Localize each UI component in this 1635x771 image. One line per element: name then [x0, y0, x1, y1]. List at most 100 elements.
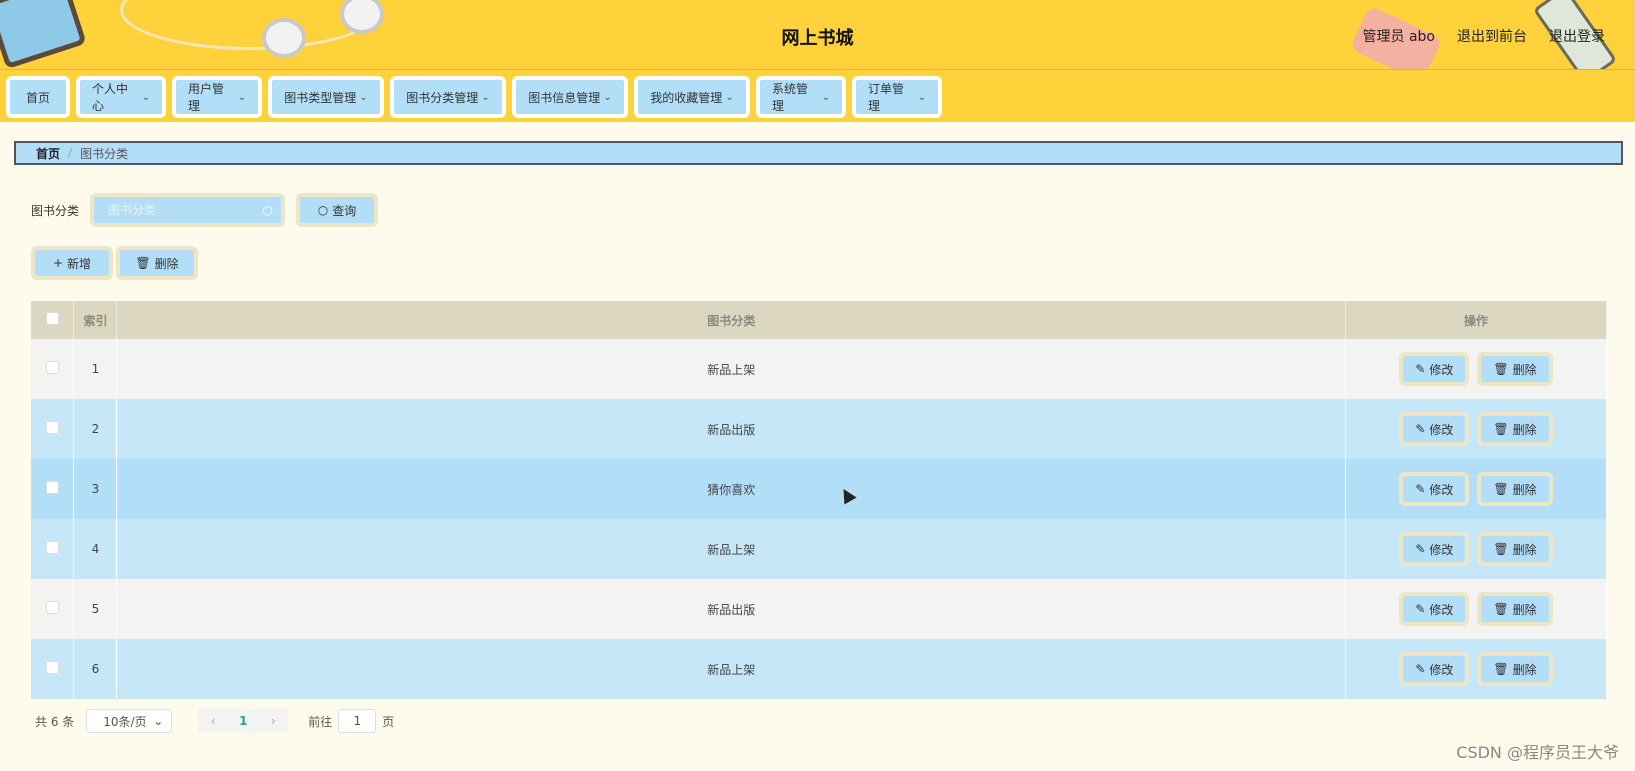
nav-item-personal-center[interactable]: 个人中心 ⌄ — [76, 76, 166, 118]
nav-item-book-type-management[interactable]: 图书类型管理 ⌄ — [268, 76, 384, 118]
row-index: 4 — [91, 542, 100, 556]
trash-icon: 🗑 — [1493, 422, 1509, 436]
logout-link[interactable]: 退出登录 — [1549, 26, 1605, 46]
watermark: CSDN @程序员王大爷 — [1456, 743, 1619, 762]
nav-item-order-management[interactable]: 订单管理 ⌄ — [852, 76, 942, 118]
chevron-down-icon: ⌄ — [821, 91, 830, 103]
column-header-index: 索引 — [73, 301, 118, 339]
row-category: 新品上架 — [116, 339, 1347, 399]
pagination: 共 6 条 10条/页 ⌄ ‹ 1 › 前往 1 页 — [35, 709, 394, 733]
edit-icon: ✎ — [1415, 422, 1426, 436]
nav-item-book-info-management[interactable]: 图书信息管理 ⌄ — [512, 76, 628, 118]
column-header-actions: 操作 — [1345, 301, 1607, 339]
row-checkbox[interactable] — [45, 481, 59, 494]
next-page-icon[interactable]: › — [258, 714, 288, 728]
table-row: 5 新品出版 ✎ 修改 🗑 删除 — [31, 579, 1607, 639]
edit-button[interactable]: ✎ 修改 — [1399, 652, 1470, 686]
row-index: 1 — [91, 362, 100, 376]
admin-user-label: 管理员 abo — [1362, 29, 1435, 45]
delete-button[interactable]: 🗑 删除 — [1477, 652, 1553, 686]
trash-icon: 🗑 — [1493, 662, 1509, 676]
table-row: 1 新品上架 ✎ 修改 🗑 删除 — [31, 339, 1607, 399]
breadcrumb: 首页 / 图书分类 — [14, 141, 1623, 165]
search-icon: ○ — [317, 203, 329, 217]
edit-button[interactable]: ✎ 修改 — [1399, 352, 1470, 386]
table-row: 3 猜你喜欢 ✎ 修改 🗑 删除 — [31, 459, 1607, 519]
page-size-select[interactable]: 10条/页 ⌄ — [86, 709, 173, 733]
table-row: 2 新品出版 ✎ 修改 🗑 删除 — [31, 399, 1607, 459]
search-input[interactable] — [94, 197, 281, 223]
add-button[interactable]: + 新增 — [31, 246, 113, 280]
exit-to-front-link[interactable]: 退出到前台 — [1457, 26, 1527, 46]
row-category: 新品出版 — [116, 579, 1347, 639]
row-checkbox[interactable] — [45, 361, 59, 374]
select-all-cell — [31, 301, 75, 339]
delete-button[interactable]: 🗑 删除 — [1477, 352, 1553, 386]
trash-icon: 🗑 — [1493, 602, 1509, 616]
trash-icon: 🗑 — [1493, 482, 1509, 496]
chevron-down-icon: ⌄ — [481, 91, 490, 103]
table-header: 索引 图书分类 操作 — [31, 301, 1607, 339]
table-row: 4 新品上架 ✎ 修改 🗑 删除 — [31, 519, 1607, 579]
row-index: 2 — [91, 422, 100, 436]
trash-icon: 🗑 — [1493, 362, 1509, 376]
row-category: 新品上架 — [116, 639, 1347, 699]
chevron-down-icon: ⌄ — [237, 91, 246, 103]
search-icon: ○ — [262, 203, 273, 217]
breadcrumb-home[interactable]: 首页 — [36, 145, 60, 162]
row-checkbox[interactable] — [45, 601, 59, 614]
delete-button[interactable]: 🗑 删除 — [1477, 472, 1553, 506]
chevron-down-icon: ⌄ — [725, 91, 734, 103]
edit-button[interactable]: ✎ 修改 — [1399, 412, 1470, 446]
prev-page-icon[interactable]: ‹ — [198, 714, 228, 728]
chevron-down-icon: ⌄ — [917, 91, 926, 103]
search-label: 图书分类 — [31, 204, 80, 218]
header-links: 管理员 abo 退出到前台 退出登录 — [1363, 26, 1605, 46]
row-index: 3 — [91, 482, 100, 496]
nav-item-system-management[interactable]: 系统管理 ⌄ — [756, 76, 846, 118]
delete-button[interactable]: 🗑 删除 — [1477, 592, 1553, 626]
chevron-down-icon: ⌄ — [359, 91, 368, 103]
edit-icon: ✎ — [1415, 542, 1426, 556]
row-category: 新品出版 — [116, 399, 1347, 459]
edit-button[interactable]: ✎ 修改 — [1399, 472, 1470, 506]
query-button[interactable]: ○ 查询 — [296, 193, 378, 227]
main-nav: 首页 个人中心 ⌄ 用户管理 ⌄ 图书类型管理 ⌄ 图书分类管理 ⌄ 图书信息管理 ⌄ 我… — [0, 70, 1635, 122]
trash-icon: 🗑 — [1493, 542, 1509, 556]
header: 网上书城 管理员 abo 退出到前台 退出登录 — [0, 0, 1635, 70]
row-checkbox[interactable] — [45, 421, 59, 434]
goto-page-input[interactable]: 1 — [338, 709, 377, 733]
row-checkbox[interactable] — [45, 661, 59, 674]
edit-icon: ✎ — [1415, 482, 1426, 496]
row-index: 6 — [91, 662, 100, 676]
row-checkbox[interactable] — [45, 541, 59, 554]
select-all-checkbox[interactable] — [45, 312, 59, 325]
page-number-current[interactable]: 1 — [228, 714, 258, 728]
row-index: 5 — [91, 602, 100, 616]
nav-item-user-management[interactable]: 用户管理 ⌄ — [172, 76, 262, 118]
batch-delete-button[interactable]: 🗑 删除 — [116, 246, 198, 280]
edit-icon: ✎ — [1415, 362, 1426, 376]
chevron-down-icon: ⌄ — [153, 714, 164, 728]
delete-button[interactable]: 🗑 删除 — [1477, 412, 1553, 446]
nav-item-favorites-management[interactable]: 我的收藏管理 ⌄ — [634, 76, 750, 118]
column-header-category: 图书分类 — [116, 301, 1347, 339]
page-navigator: ‹ 1 › — [198, 709, 289, 733]
category-table: 索引 图书分类 操作 1 新品上架 ✎ 修改 🗑 删除 2 新品出版 ✎ 修改 🗑 删除… — [31, 301, 1607, 699]
delete-button[interactable]: 🗑 删除 — [1477, 532, 1553, 566]
chevron-down-icon: ⌄ — [603, 91, 612, 103]
edit-button[interactable]: ✎ 修改 — [1399, 592, 1470, 626]
nav-item-book-category-management[interactable]: 图书分类管理 ⌄ — [390, 76, 506, 118]
plus-icon: + — [52, 256, 64, 270]
goto-page: 前往 1 页 — [308, 709, 394, 733]
breadcrumb-current: 图书分类 — [80, 146, 129, 161]
edit-button[interactable]: ✎ 修改 — [1399, 532, 1470, 566]
nav-item-home[interactable]: 首页 — [6, 76, 70, 118]
edit-icon: ✎ — [1415, 662, 1426, 676]
edit-icon: ✎ — [1415, 602, 1426, 616]
total-count: 共 6 条 — [35, 714, 75, 729]
row-category: 猜你喜欢 — [116, 459, 1347, 519]
trash-icon: 🗑 — [135, 256, 151, 270]
row-category: 新品上架 — [116, 519, 1347, 579]
search-field: ○ — [90, 193, 285, 227]
